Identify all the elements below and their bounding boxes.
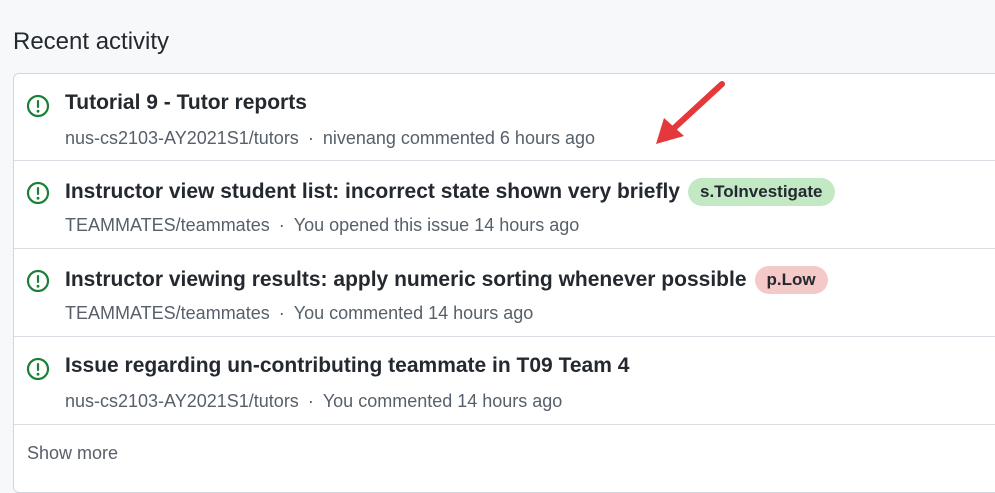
issue-title-link[interactable]: Instructor viewing results: apply numeri…	[65, 268, 747, 292]
repo-link[interactable]: TEAMMATES/teammates	[65, 215, 270, 235]
issue-opened-icon	[26, 94, 50, 118]
issue-label[interactable]: p.Low	[754, 266, 828, 294]
meta-separator: ·	[278, 215, 285, 235]
activity-text: You opened this issue 14 hours ago	[293, 215, 580, 235]
list-item: Issue regarding un-contributing teammate…	[14, 337, 995, 425]
activity-text: You commented 14 hours ago	[322, 391, 563, 411]
red-arrow-annotation	[656, 81, 725, 144]
list-item: Instructor view student list: incorrect …	[14, 161, 995, 249]
show-more-link[interactable]: Show more	[27, 443, 118, 464]
repo-link[interactable]: nus-cs2103-AY2021S1/tutors	[65, 128, 299, 148]
repo-link[interactable]: nus-cs2103-AY2021S1/tutors	[65, 391, 299, 411]
repo-link[interactable]: TEAMMATES/teammates	[65, 303, 270, 323]
issue-title-link[interactable]: Issue regarding un-contributing teammate…	[65, 354, 629, 378]
activity-list: Tutorial 9 - Tutor reports nus-cs2103-AY…	[13, 73, 995, 493]
issue-opened-icon	[26, 269, 50, 293]
meta-separator: ·	[278, 303, 285, 323]
list-item: Instructor viewing results: apply numeri…	[14, 249, 995, 337]
issue-meta: TEAMMATES/teammates · You opened this issu…	[65, 215, 579, 236]
list-item: Tutorial 9 - Tutor reports nus-cs2103-AY…	[14, 74, 995, 161]
activity-text: You commented 14 hours ago	[293, 303, 534, 323]
meta-separator: ·	[307, 128, 314, 148]
issue-meta: TEAMMATES/teammates · You commented 14 hou…	[65, 303, 533, 324]
issue-meta: nus-cs2103-AY2021S1/tutors · You commented…	[65, 391, 562, 412]
issue-opened-icon	[26, 357, 50, 381]
issue-title-link[interactable]: Instructor view student list: incorrect …	[65, 180, 680, 204]
issue-meta: nus-cs2103-AY2021S1/tutors · nivenang comm…	[65, 128, 595, 149]
issue-label[interactable]: s.ToInvestigate	[688, 178, 835, 206]
activity-text: nivenang commented 6 hours ago	[322, 128, 595, 148]
issue-title-link[interactable]: Tutorial 9 - Tutor reports	[65, 91, 307, 115]
meta-separator: ·	[307, 391, 314, 411]
issue-opened-icon	[26, 181, 50, 205]
section-title: Recent activity	[13, 28, 170, 55]
